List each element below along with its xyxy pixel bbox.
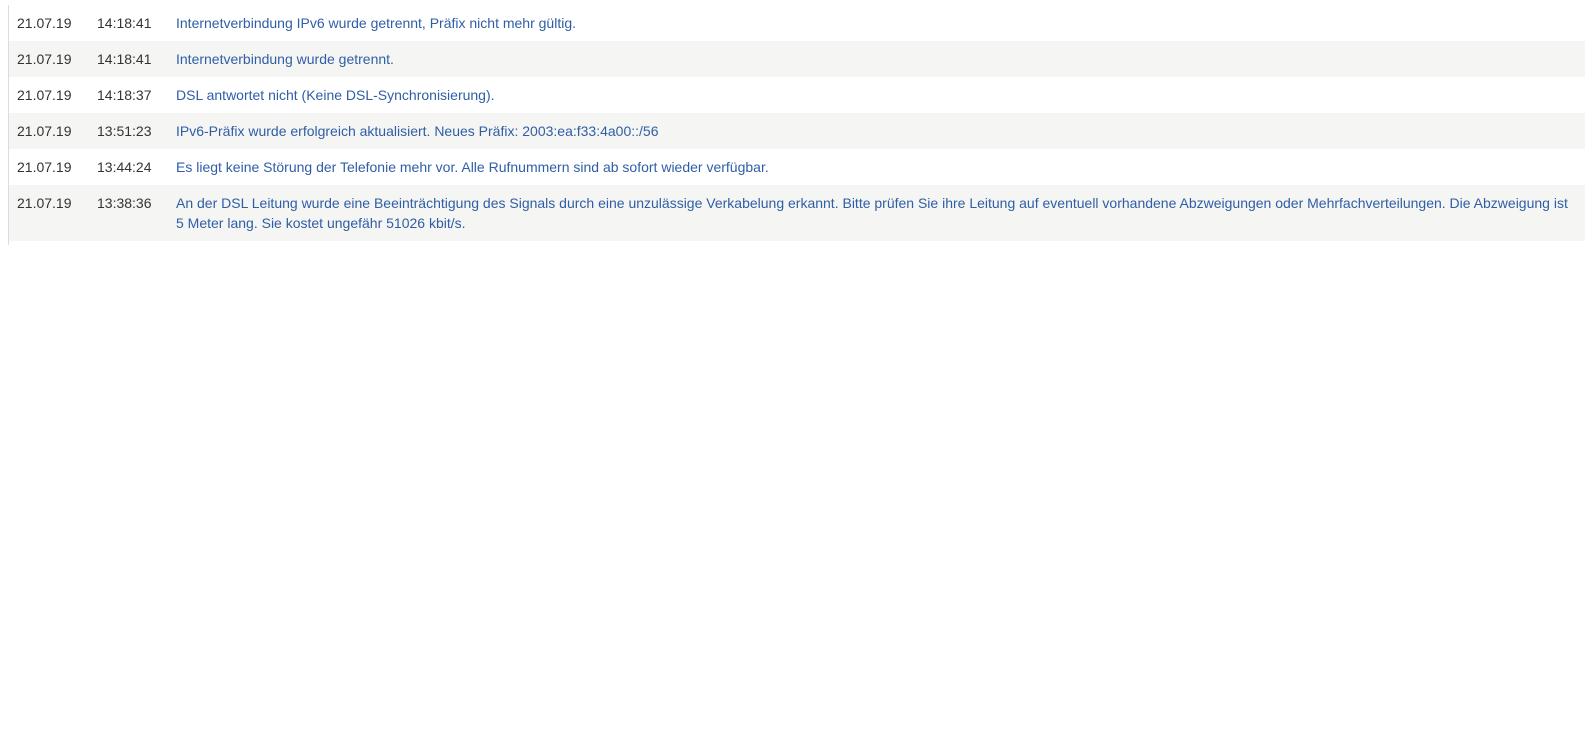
log-time: 13:51:23 (97, 123, 152, 139)
log-message-link[interactable]: Internetverbindung IPv6 wurde getrennt, … (176, 13, 1585, 33)
event-log-table: 21.07.19 14:18:41 Internetverbindung IPv… (8, 5, 1585, 245)
log-row: 21.07.19 13:51:23 IPv6-Präfix wurde erfo… (9, 113, 1585, 149)
table-bottom-spacer (9, 241, 1585, 245)
log-time: 13:44:24 (97, 159, 152, 175)
log-date: 21.07.19 (17, 15, 72, 31)
log-row: 21.07.19 13:38:36 An der DSL Leitung wur… (9, 185, 1585, 241)
log-message-link[interactable]: Internetverbindung wurde getrennt. (176, 49, 1585, 69)
log-message-link[interactable]: An der DSL Leitung wurde eine Beeinträch… (176, 193, 1585, 233)
log-row: 21.07.19 13:44:24 Es liegt keine Störung… (9, 149, 1585, 185)
log-time: 13:38:36 (97, 195, 152, 211)
log-date: 21.07.19 (17, 51, 72, 67)
log-time: 14:18:37 (97, 87, 152, 103)
log-row: 21.07.19 14:18:41 Internetverbindung IPv… (9, 5, 1585, 41)
log-date: 21.07.19 (17, 123, 72, 139)
log-date: 21.07.19 (17, 159, 72, 175)
log-date: 21.07.19 (17, 87, 72, 103)
log-date: 21.07.19 (17, 195, 72, 211)
log-time: 14:18:41 (97, 51, 152, 67)
log-message-link[interactable]: DSL antwortet nicht (Keine DSL-Synchroni… (176, 85, 1585, 105)
log-time: 14:18:41 (97, 15, 152, 31)
log-row: 21.07.19 14:18:37 DSL antwortet nicht (K… (9, 77, 1585, 113)
log-message-link[interactable]: Es liegt keine Störung der Telefonie meh… (176, 157, 1585, 177)
log-row: 21.07.19 14:18:41 Internetverbindung wur… (9, 41, 1585, 77)
log-message-link[interactable]: IPv6-Präfix wurde erfolgreich aktualisie… (176, 121, 1585, 141)
